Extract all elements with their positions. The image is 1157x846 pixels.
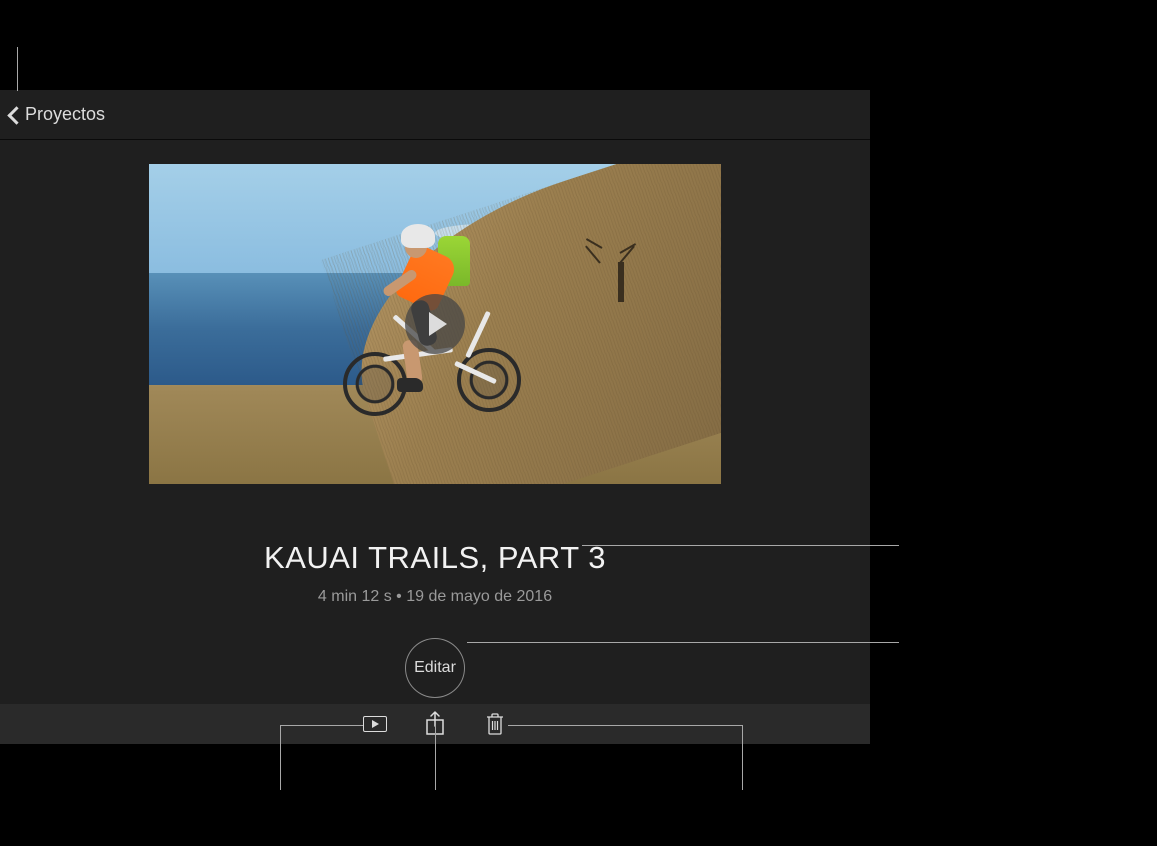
chevron-left-icon bbox=[8, 104, 22, 126]
annotation-line bbox=[467, 642, 899, 643]
annotation-line bbox=[435, 725, 436, 790]
play-rect-icon bbox=[363, 716, 387, 732]
edit-label: Editar bbox=[414, 659, 456, 677]
content-area: KAUAI TRAILS, PART 3 4 min 12 s • 19 de … bbox=[0, 140, 870, 698]
project-title[interactable]: KAUAI TRAILS, PART 3 bbox=[264, 540, 606, 576]
play-fullscreen-button[interactable] bbox=[363, 712, 387, 736]
back-label: Proyectos bbox=[25, 104, 105, 125]
project-detail-panel: Proyectos bbox=[0, 90, 870, 744]
play-overlay-button[interactable] bbox=[405, 294, 465, 354]
annotation-line bbox=[742, 725, 743, 790]
back-button[interactable]: Proyectos bbox=[8, 104, 105, 126]
annotation-line bbox=[582, 545, 899, 546]
trash-icon bbox=[486, 713, 504, 735]
project-meta: 4 min 12 s • 19 de mayo de 2016 bbox=[318, 588, 552, 606]
annotation-line bbox=[280, 725, 281, 790]
edit-button[interactable]: Editar bbox=[405, 638, 465, 698]
project-thumbnail[interactable] bbox=[149, 164, 721, 484]
annotation-line bbox=[17, 47, 18, 91]
annotation-line bbox=[508, 725, 742, 726]
annotation-line bbox=[280, 725, 363, 726]
header-bar: Proyectos bbox=[0, 90, 870, 140]
delete-button[interactable] bbox=[483, 712, 507, 736]
